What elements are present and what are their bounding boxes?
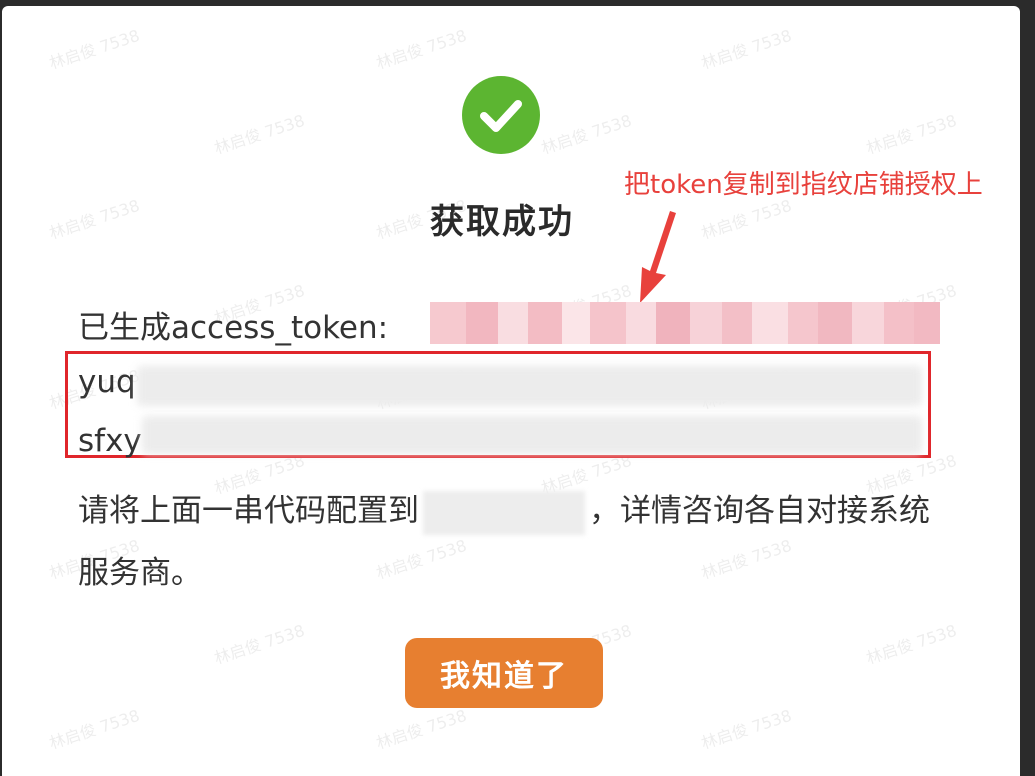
redacted-token-line-2 <box>142 416 922 454</box>
annotation-arrow-icon <box>640 211 676 303</box>
watermark-text: 林启俊 7538 <box>46 25 142 73</box>
dialog-title: 获取成功 <box>430 202 574 242</box>
token-line-1[interactable]: yuq <box>78 364 136 400</box>
success-check-icon <box>462 76 540 154</box>
redacted-token-mosaic <box>430 302 960 344</box>
annotation-note: 把token复制到指纹店铺授权上 <box>624 170 983 200</box>
watermark-text: 林启俊 7538 <box>373 25 469 73</box>
redacted-token-line-1 <box>137 366 922 406</box>
watermark-text: 林启俊 7538 <box>698 705 794 753</box>
watermark-text: 林启俊 7538 <box>863 110 959 158</box>
watermark-text: 林启俊 7538 <box>46 705 142 753</box>
token-label: 已生成access_token: <box>78 310 389 346</box>
watermark-text: 林启俊 7538 <box>373 705 469 753</box>
watermark-text: 林启俊 7538 <box>863 620 959 668</box>
watermark-text: 林启俊 7538 <box>211 620 307 668</box>
watermark-text: 林启俊 7538 <box>698 25 794 73</box>
redacted-system-name <box>423 490 585 535</box>
instruction-part-1: 请将上面一串代码配置到 <box>78 493 419 529</box>
watermark-text: 林启俊 7538 <box>538 110 634 158</box>
background-edge <box>1020 0 1035 770</box>
token-line-2-prefix: sfxy <box>78 423 142 459</box>
token-line-1-prefix: yuq <box>78 364 136 400</box>
watermark-text: 林启俊 7538 <box>211 110 307 158</box>
instruction-text: 请将上面一串代码配置到 ，详情咨询各自对接系统服务商。 <box>78 480 958 604</box>
success-dialog: 林启俊 7538 林启俊 7538 林启俊 7538 林启俊 7538 林启俊 7538… <box>2 6 1020 776</box>
acknowledge-button[interactable]: 我知道了 <box>405 638 603 708</box>
token-line-2[interactable]: sfxy <box>78 423 142 459</box>
